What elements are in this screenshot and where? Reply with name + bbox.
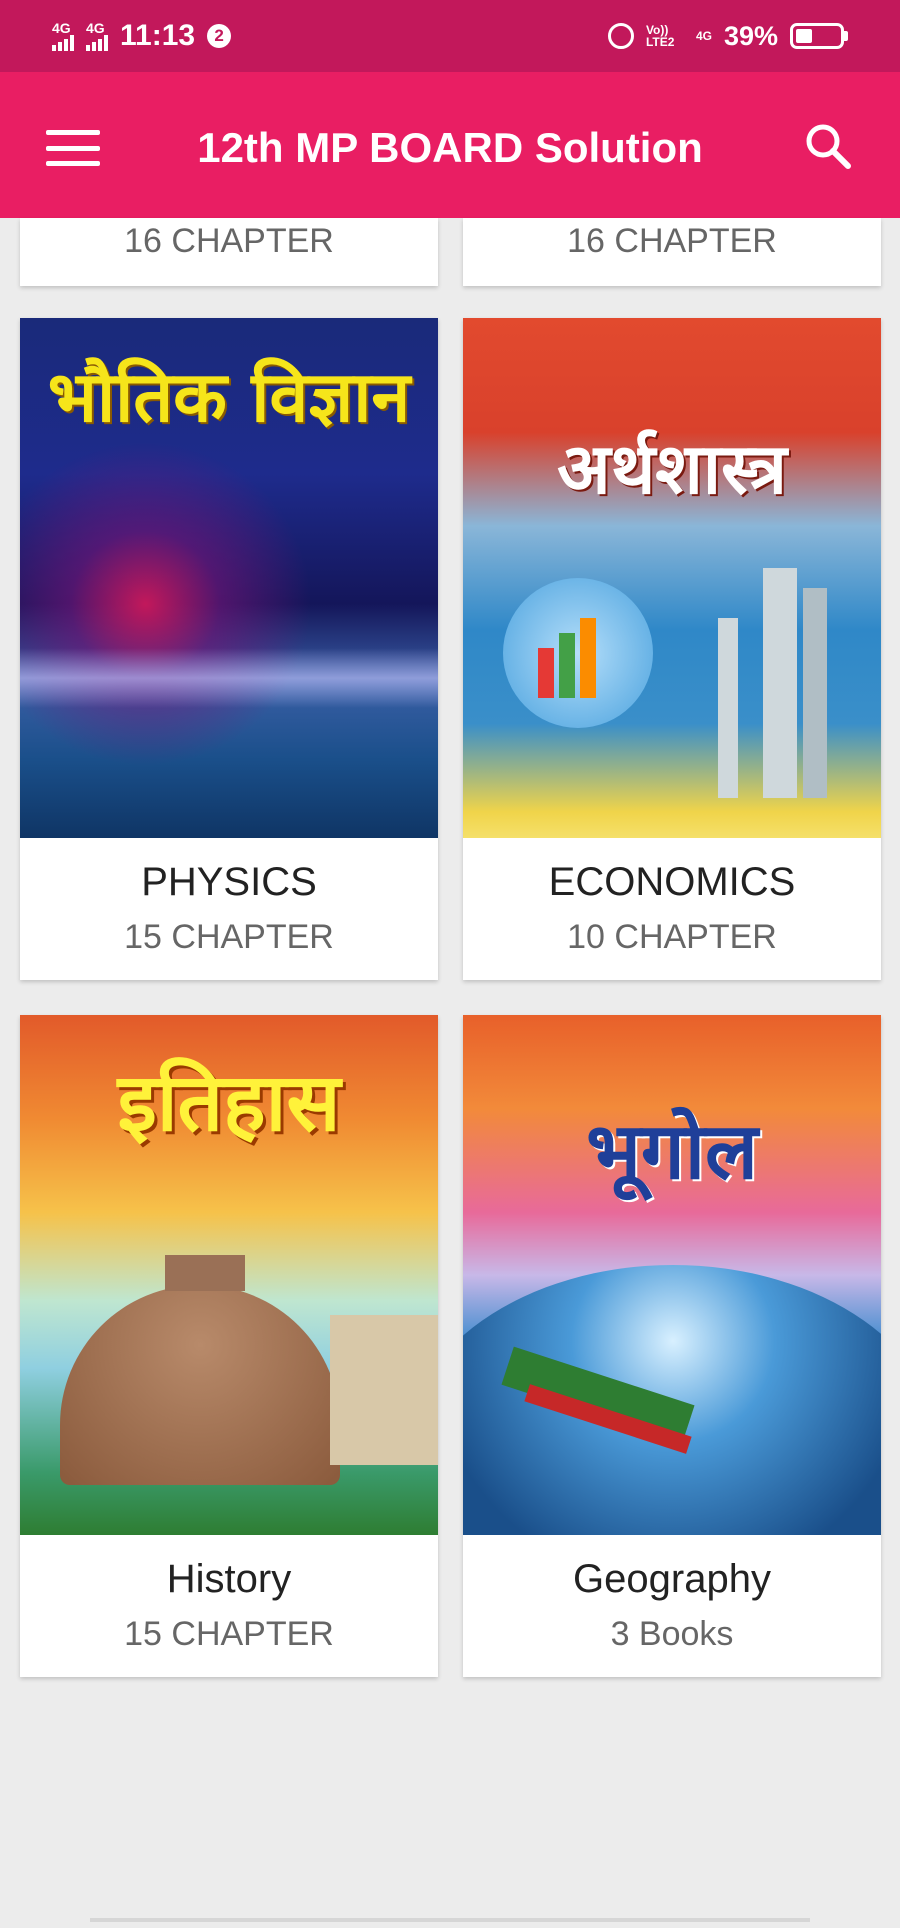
cover-title-text: अर्थशास्त्र (557, 428, 787, 510)
app-bar: 12th MP BOARD Solution (0, 72, 900, 218)
book-cover-image: भौतिक विज्ञान (20, 318, 438, 838)
status-bar: 4G 4G 11:13 2 Vo)) LTE2 4G 39% (0, 0, 900, 72)
subject-card[interactable]: 16 CHAPTER (20, 218, 438, 286)
navigation-gesture-bar (90, 1918, 810, 1922)
cover-title-text: इतिहास (117, 1056, 341, 1149)
status-right: Vo)) LTE2 4G 39% (607, 20, 848, 52)
chapter-count: 10 CHAPTER (567, 918, 777, 956)
book-cover-image: इतिहास (20, 1015, 438, 1535)
cover-title-text: भौतिक विज्ञान (47, 356, 411, 438)
book-cover-image: भूगोल (463, 1015, 881, 1535)
subject-card[interactable]: 16 CHAPTER (463, 218, 881, 286)
network-type-indicator: 4G (695, 29, 712, 43)
status-left: 4G 4G 11:13 2 (52, 19, 232, 53)
vibrate-icon (607, 23, 634, 49)
subject-card-physics[interactable]: भौतिक विज्ञान PHYSICS 15 CHAPTER (20, 318, 438, 980)
chapter-count: 3 Books (610, 1615, 734, 1653)
battery-icon (790, 23, 848, 49)
chapter-count: 16 CHAPTER (567, 222, 777, 260)
chapter-count: 16 CHAPTER (124, 222, 334, 260)
subject-name: History (166, 1557, 292, 1601)
subject-name: ECONOMICS (548, 860, 796, 904)
cover-title-text: भूगोल (586, 1107, 758, 1197)
clock: 11:13 (120, 19, 196, 52)
app-title: 12th MP BOARD Solution (197, 124, 703, 171)
signal-icon-2: 4G (86, 21, 108, 51)
chapter-count: 15 CHAPTER (124, 1615, 334, 1653)
subject-name: PHYSICS (141, 860, 317, 904)
search-icon[interactable] (802, 120, 854, 172)
book-cover-image: अर्थशास्त्र (463, 318, 881, 838)
battery-percent: 39% (723, 20, 778, 51)
volte-indicator: Vo)) LTE2 (645, 23, 675, 49)
chapter-count: 15 CHAPTER (124, 918, 334, 956)
battery-level-fill (796, 29, 813, 43)
subject-card-geography[interactable]: भूगोल Geography 3 Books (463, 1015, 881, 1677)
notification-count-badge: 2 (207, 24, 232, 48)
network-tag: 4G (86, 20, 105, 36)
subject-card-history[interactable]: इतिहास History 15 CHAPTER (20, 1015, 438, 1677)
subject-card-economics[interactable]: अर्थशास्त्र ECONOMICS 10 CHAPTER (463, 318, 881, 980)
subject-name: Geography (573, 1557, 771, 1601)
network-tag: 4G (52, 20, 71, 36)
signal-icon-1: 4G (52, 21, 74, 51)
